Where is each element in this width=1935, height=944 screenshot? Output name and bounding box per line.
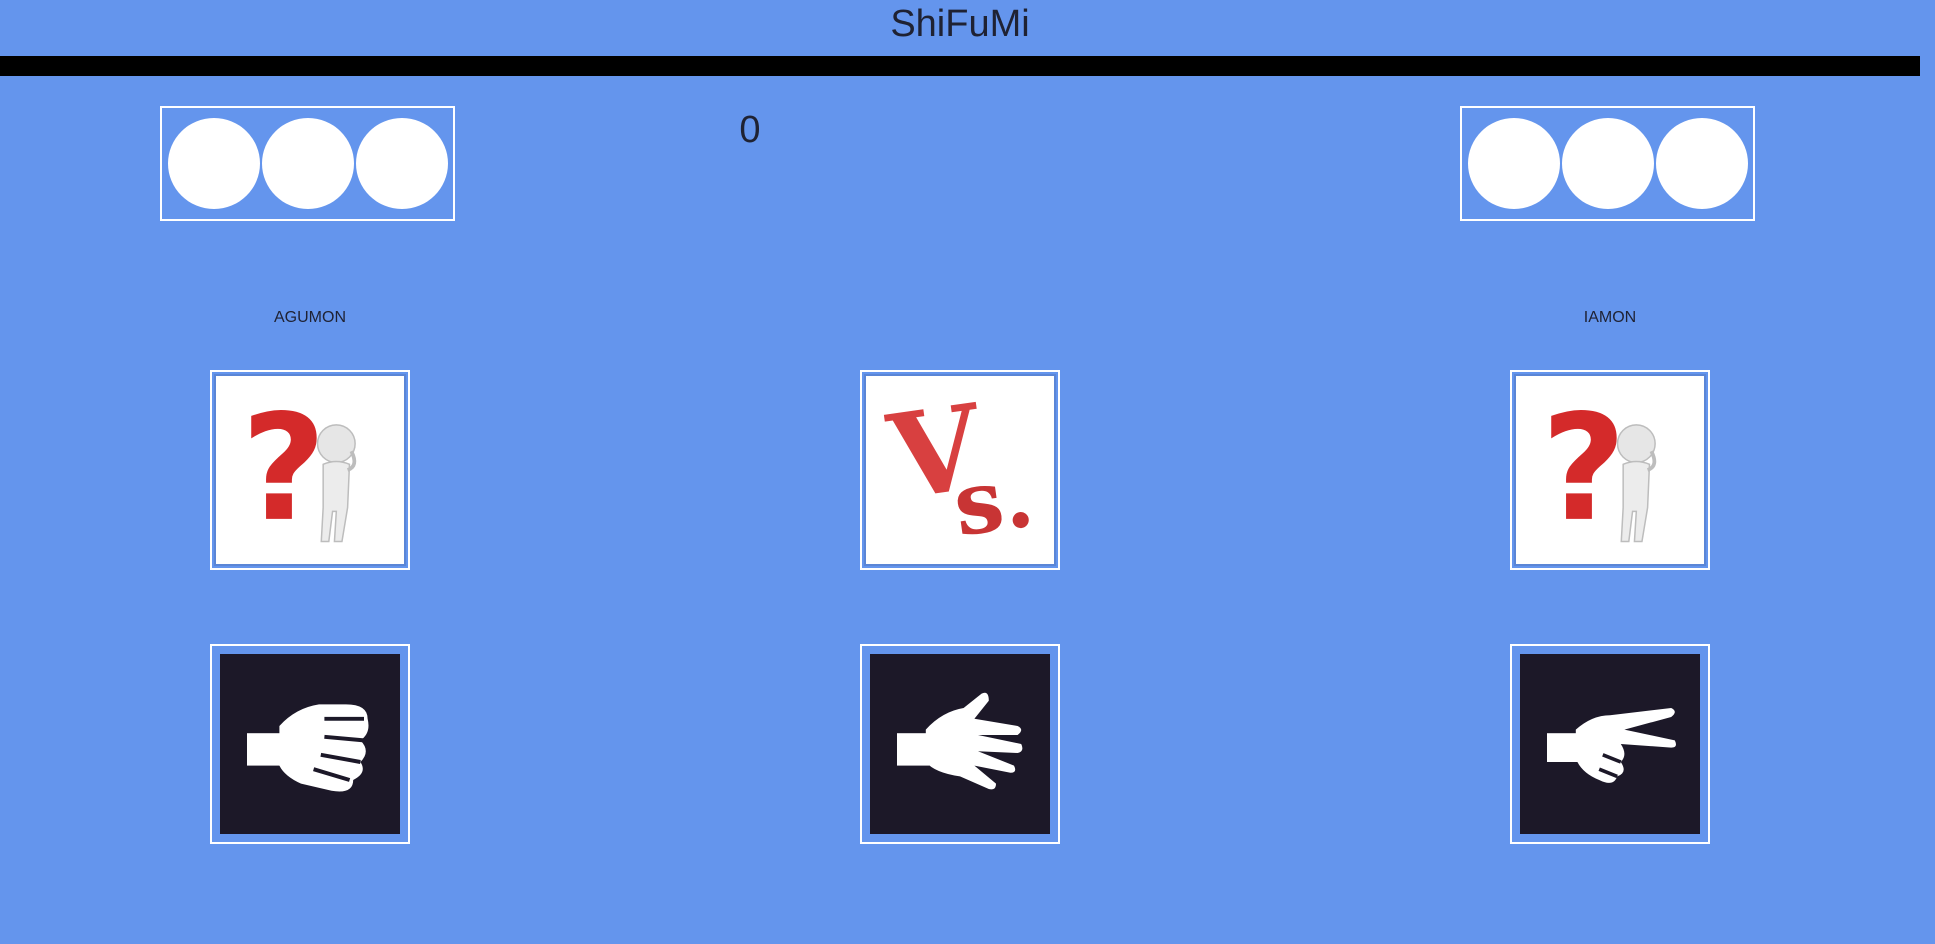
question-mark-thinker-icon: ? <box>1541 383 1657 554</box>
svg-text:?: ? <box>241 383 326 554</box>
right-player-choice: ? <box>1510 370 1710 570</box>
versus-panel: V s. <box>860 370 1060 570</box>
open-hand-paper-icon <box>897 692 1023 790</box>
right-player-lives <box>1460 106 1755 221</box>
header-divider <box>0 56 1920 76</box>
life-indicator <box>1467 118 1560 209</box>
life-indicator <box>261 118 354 209</box>
right-player-name: IAMON <box>1583 309 1637 326</box>
paper-button[interactable] <box>860 644 1060 844</box>
round-counter: 0 <box>739 109 761 151</box>
life-indicator <box>355 118 448 209</box>
life-indicator <box>1655 118 1748 209</box>
life-indicator <box>1561 118 1654 209</box>
life-indicator <box>167 118 260 209</box>
peace-sign-scissors-icon <box>1547 708 1676 783</box>
fist-rock-icon <box>247 704 369 792</box>
question-mark-thinker-icon: ? <box>241 383 357 554</box>
left-player-name: AGUMON <box>274 309 346 326</box>
rock-button[interactable] <box>210 644 410 844</box>
page-title: ShiFuMi <box>890 3 1030 45</box>
scissors-button[interactable] <box>1510 644 1710 844</box>
left-player-choice: ? <box>210 370 410 570</box>
svg-text:s.: s. <box>947 445 1039 556</box>
left-player-lives <box>160 106 455 221</box>
svg-text:?: ? <box>1541 383 1626 554</box>
versus-icon: V s. <box>880 379 1039 556</box>
